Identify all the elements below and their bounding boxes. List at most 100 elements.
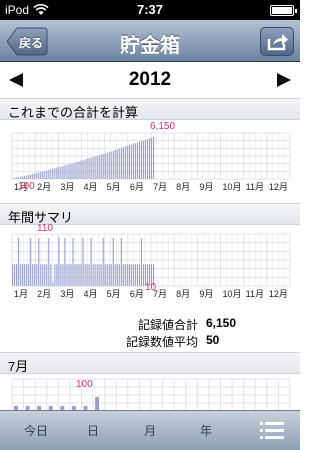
chart-bar [40,264,42,286]
chart-bar [60,264,62,286]
chart-bar [134,143,136,179]
chart-bar [14,264,16,286]
chart-bar [34,173,36,179]
total-value: 6,150 [206,316,237,330]
chart-bar [90,238,92,286]
chart-bar [44,264,46,286]
chart-bar [102,153,104,179]
chart-bar [48,169,50,179]
chart-bar [68,164,70,179]
month-tick-label: 8月 [176,182,190,192]
chart-bar [24,175,26,179]
chart-bar [106,152,108,179]
chart-bar [90,157,92,179]
tab-month[interactable]: 月 [122,411,178,450]
chart-bar [138,141,140,179]
chart-bar [140,141,143,179]
month-tick-label: 4月 [84,182,98,192]
chart-bar [22,264,24,286]
month-tick-label: 6月 [130,182,144,192]
chart-bar [95,397,100,410]
chart-bar [112,238,114,286]
chart-bar [78,264,80,286]
summary-average-row: 記録数値平均 50 [0,331,300,349]
chart-bar [34,264,36,286]
chart-bar [44,170,46,179]
chart-bar [88,264,90,286]
month-tick-label: 6月 [130,289,144,299]
chart-bar [60,166,62,179]
chart-bar [42,171,44,179]
chart-bar [120,147,122,179]
chart-bar [118,148,120,179]
chart-bar [42,264,44,286]
chart-bar [56,167,58,179]
tab-today[interactable]: 今日 [8,411,64,450]
chart-bar [136,264,138,286]
chart-bar [86,158,88,179]
tab-day[interactable]: 日 [65,411,121,450]
month-tick-label: 11月 [246,289,264,299]
share-icon [267,34,288,51]
chart-bar [132,264,134,286]
chart-bar [98,264,100,286]
chart-bar [24,264,26,286]
chart-bar [80,264,82,286]
chart-bar [108,264,110,286]
chart-bar [122,147,124,179]
chart-bar [26,264,28,286]
monthly-chart: 100 [0,375,300,410]
chart-bar [38,238,40,286]
chart-bar [120,238,122,286]
chart-bar [12,178,14,179]
chart-bar [16,177,18,179]
month-tick-label: 12月 [269,182,288,192]
chart-bar [150,137,153,179]
chart-bar [64,238,66,286]
share-button[interactable] [260,27,294,56]
monthly-max-label: 100 [76,379,93,390]
battery-icon [270,5,297,16]
chart-bar [32,174,34,179]
chart-bar [40,172,42,179]
bottom-tab-bar: 今日 日 月 年 [0,410,300,450]
chart-bar [98,155,100,179]
chart-bar [84,264,86,286]
chart-bar [144,139,147,179]
chart-bar [22,176,24,179]
chart-bar [94,156,96,179]
chart-bar [124,264,126,286]
menu-button[interactable] [252,411,292,450]
chart-bar [30,238,32,286]
month-tick-label: 10月 [223,182,242,192]
chart-bar [142,140,145,179]
chart-bar [88,158,90,179]
chart-bar [18,177,20,179]
chart-bar [106,264,108,286]
month-tick-label: 2月 [37,289,51,299]
chart-bar [140,238,143,286]
cumulative-max-label: 6,150 [150,121,176,132]
chart-bar [132,143,134,179]
cumulative-section-title: これまでの合計を計算 [8,105,139,120]
chart-bar [102,238,104,286]
month-tick-label: 3月 [60,289,74,299]
summary-panel: 記録値合計 6,150 記録数値平均 50 [0,306,300,352]
chart-bar [152,137,155,179]
next-year-arrow-icon[interactable] [275,73,291,87]
chart-bar [50,264,52,286]
chart-bar [100,154,102,179]
chart-bar [104,264,106,286]
year-label: 2012 [128,69,172,90]
chart-bar [134,264,136,286]
chart-bar [78,161,80,179]
tab-year[interactable]: 年 [178,411,234,450]
annual-max-label: 110 [37,223,53,234]
chart-bar [82,238,84,286]
chart-bar [96,264,98,286]
month-tick-label: 12月 [269,289,288,299]
month-tick-label: 5月 [107,182,121,192]
chart-bar [126,264,128,286]
chart-bar [112,150,114,179]
page-title: 貯金箱 [120,35,180,57]
